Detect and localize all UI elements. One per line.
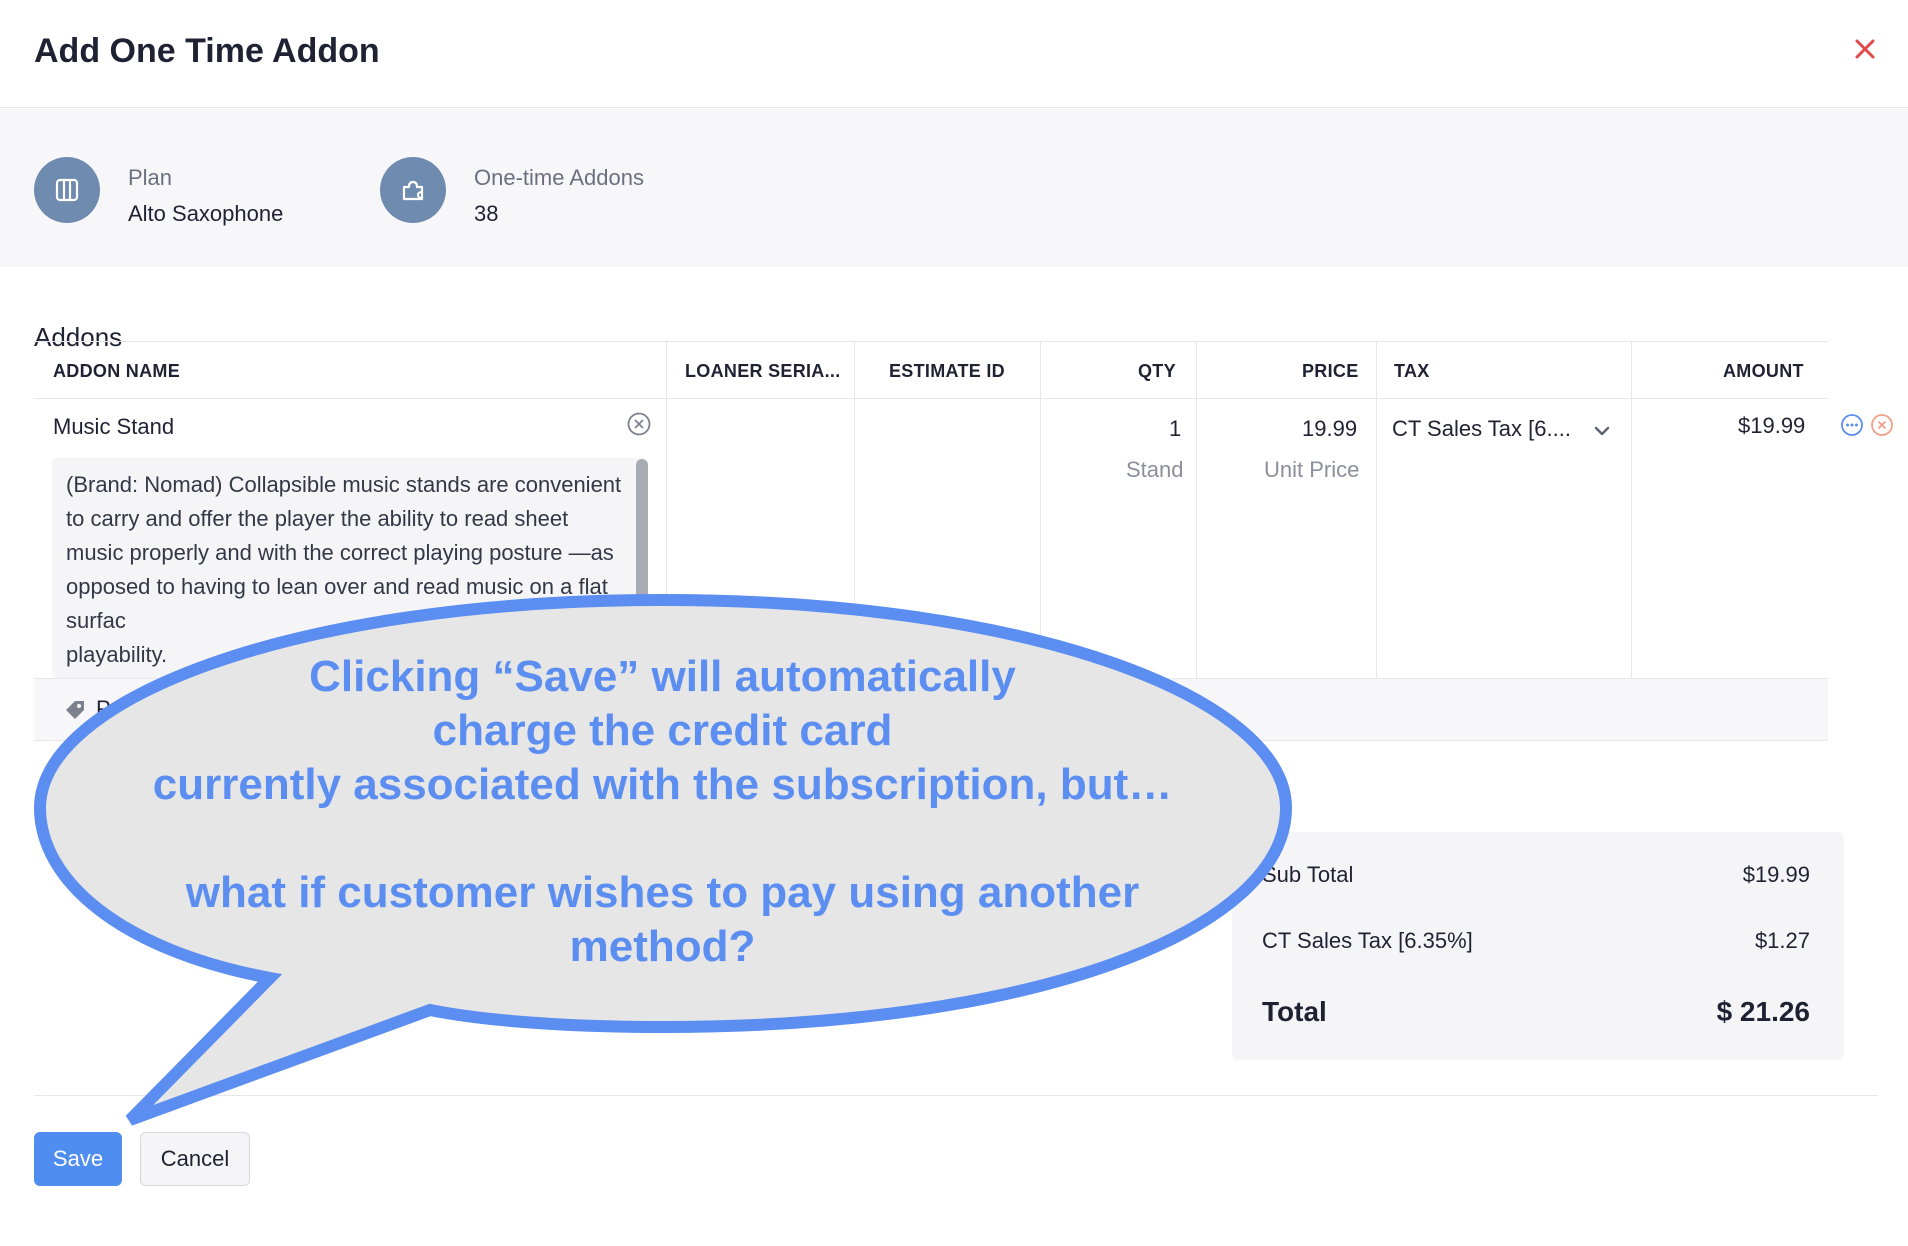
callout-line-1: Clicking “Save” will automatically (309, 652, 1016, 701)
callout-line-4: what if customer wishes to pay using ano… (185, 868, 1140, 917)
callout-text: Clicking “Save” will automatically charg… (90, 650, 1235, 974)
speech-bubble (33, 593, 1293, 1126)
callout-line-2: charge the credit card (432, 706, 893, 755)
callout-line-3: currently associated with the subscripti… (152, 760, 1173, 809)
callout-line-5: method? (569, 922, 756, 971)
